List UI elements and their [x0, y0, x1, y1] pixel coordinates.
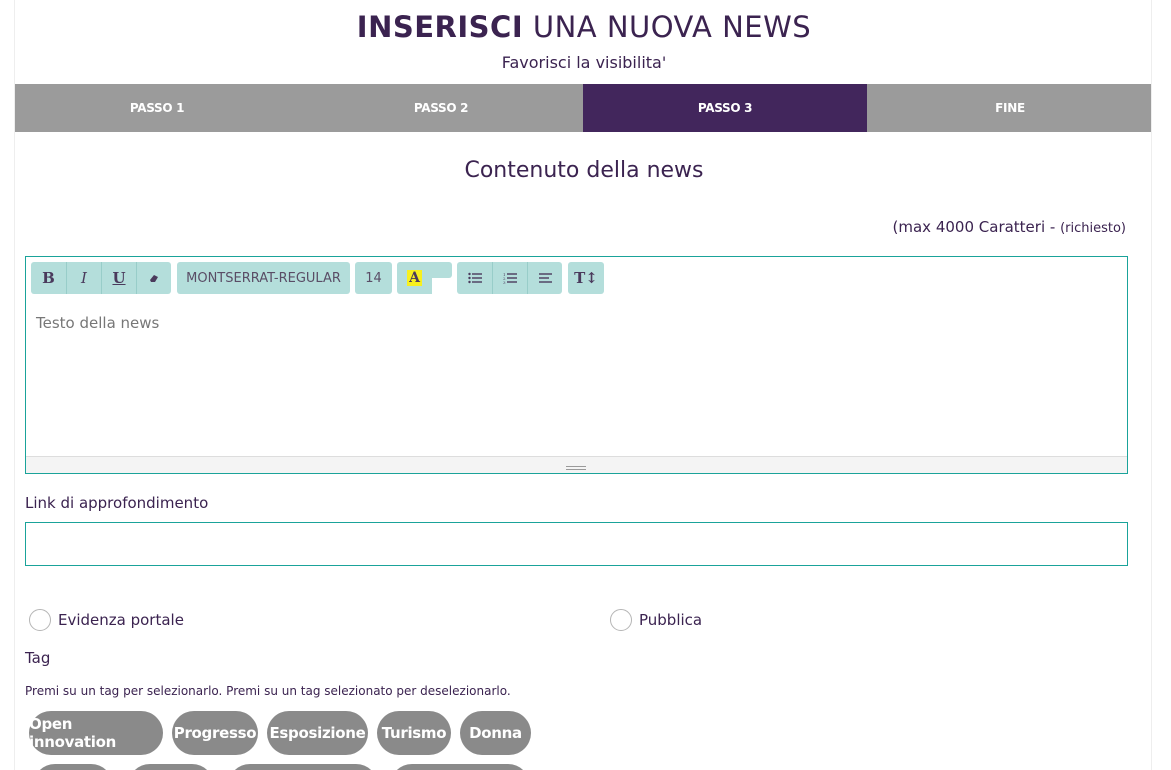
- align-icon: [538, 273, 552, 283]
- pubblica-label: Pubblica: [639, 611, 703, 629]
- ordered-list-icon: 123: [503, 272, 517, 284]
- tag-esposizione[interactable]: Esposizione: [267, 711, 368, 755]
- unordered-list-icon: [467, 272, 482, 284]
- max-chars-note: (max 4000 Caratteri - (richiesto): [893, 218, 1126, 236]
- evidenza-portale-option[interactable]: Evidenza portale: [29, 609, 184, 631]
- eraser-button[interactable]: [136, 262, 171, 294]
- pubblica-option[interactable]: Pubblica: [610, 609, 702, 631]
- rich-text-editor: B I U MONTSERRAT-REGULAR 14 A 123 T↕ Tes…: [25, 256, 1128, 474]
- step-3[interactable]: PASSO 3: [583, 84, 867, 132]
- step-1[interactable]: PASSO 1: [15, 84, 299, 132]
- wizard-steps: PASSO 1 PASSO 2 PASSO 3 FINE: [15, 84, 1151, 132]
- page-title-rest: UNA NUOVA NEWS: [523, 10, 812, 44]
- evidenza-label: Evidenza portale: [58, 611, 184, 629]
- editor-placeholder[interactable]: Testo della news: [36, 314, 159, 332]
- font-size-dropdown[interactable]: 14: [355, 262, 392, 294]
- ordered-list-button[interactable]: 123: [492, 262, 527, 294]
- font-family-dropdown[interactable]: MONTSERRAT-REGULAR: [177, 262, 350, 294]
- underline-button[interactable]: U: [101, 262, 136, 294]
- resize-grip-icon: [566, 466, 586, 470]
- tag-partial-3[interactable]: [228, 764, 378, 770]
- highlight-button[interactable]: A: [397, 262, 432, 294]
- tag-label: Tag: [25, 649, 51, 667]
- pubblica-radio[interactable]: [610, 609, 632, 631]
- page: INSERISCI UNA NUOVA NEWS Favorisci la vi…: [14, 0, 1152, 770]
- evidenza-radio[interactable]: [29, 609, 51, 631]
- page-title: INSERISCI UNA NUOVA NEWS: [15, 10, 1151, 44]
- tag-partial-2[interactable]: [128, 764, 214, 770]
- tag-partial-1[interactable]: [33, 764, 113, 770]
- text-height-button[interactable]: T↕: [568, 262, 604, 294]
- editor-resize-bar[interactable]: [26, 456, 1127, 473]
- link-label: Link di approfondimento: [25, 494, 209, 512]
- required-text: (richiesto): [1060, 221, 1126, 236]
- italic-button[interactable]: I: [66, 262, 101, 294]
- highlight-dropdown[interactable]: [432, 262, 452, 278]
- page-subtitle: Favorisci la visibilita': [501, 53, 667, 72]
- tag-partial-4[interactable]: [390, 764, 530, 770]
- tag-donna[interactable]: Donna: [460, 711, 531, 755]
- eraser-icon: [150, 275, 158, 282]
- tag-help-text: Premi su un tag per selezionarlo. Premi …: [25, 684, 511, 698]
- page-title-bold: INSERISCI: [356, 10, 524, 44]
- unordered-list-button[interactable]: [457, 262, 492, 294]
- highlight-a-icon: A: [407, 270, 422, 286]
- step-fine[interactable]: FINE: [867, 84, 1151, 132]
- max-chars-text: (max 4000 Caratteri -: [892, 218, 1061, 236]
- tag-progresso[interactable]: Progresso: [172, 711, 258, 755]
- bold-button[interactable]: B: [31, 262, 66, 294]
- section-title: Contenuto della news: [464, 158, 704, 183]
- align-button[interactable]: [527, 262, 562, 294]
- svg-text:3: 3: [503, 280, 506, 284]
- step-2[interactable]: PASSO 2: [299, 84, 583, 132]
- tag-open-innovation[interactable]: Open innovation: [29, 711, 163, 755]
- tag-turismo[interactable]: Turismo: [377, 711, 451, 755]
- link-input[interactable]: [25, 522, 1128, 566]
